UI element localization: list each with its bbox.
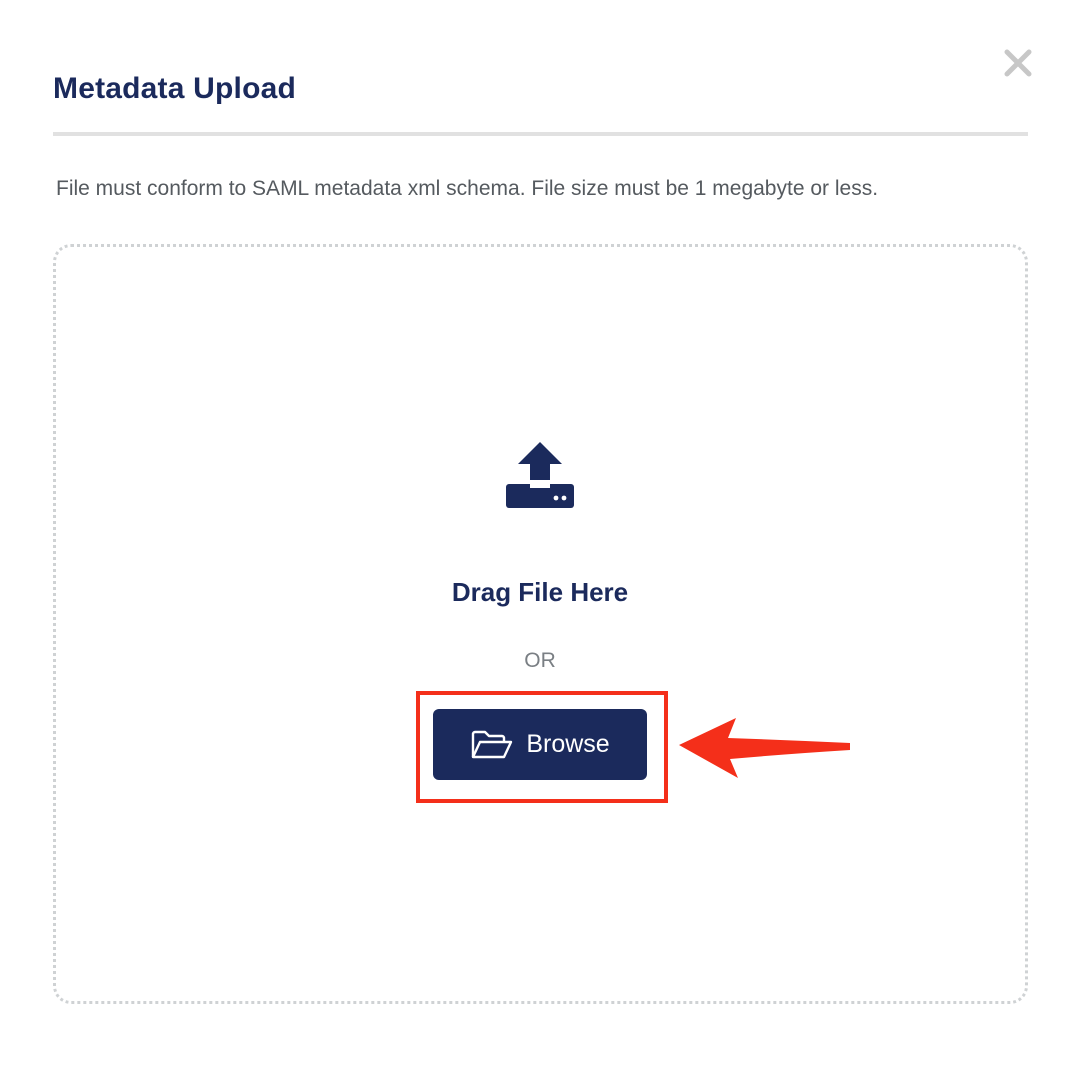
- browse-button[interactable]: Browse: [433, 709, 647, 780]
- title-divider: [53, 132, 1028, 136]
- upload-icon: [506, 442, 574, 508]
- drag-file-label: Drag File Here: [451, 577, 629, 607]
- or-separator: OR: [524, 649, 556, 672]
- file-dropzone[interactable]: [53, 244, 1028, 1004]
- dialog-title: Metadata Upload: [53, 72, 297, 105]
- metadata-upload-dialog: Metadata Upload File must conform to SAM…: [0, 0, 1082, 1080]
- close-icon: [1004, 49, 1032, 77]
- upload-requirements-text: File must conform to SAML metadata xml s…: [56, 177, 879, 200]
- folder-open-icon: [472, 730, 513, 758]
- browse-button-label: Browse: [526, 730, 610, 758]
- annotation-arrow-icon: [679, 718, 850, 778]
- close-button[interactable]: [1003, 48, 1033, 78]
